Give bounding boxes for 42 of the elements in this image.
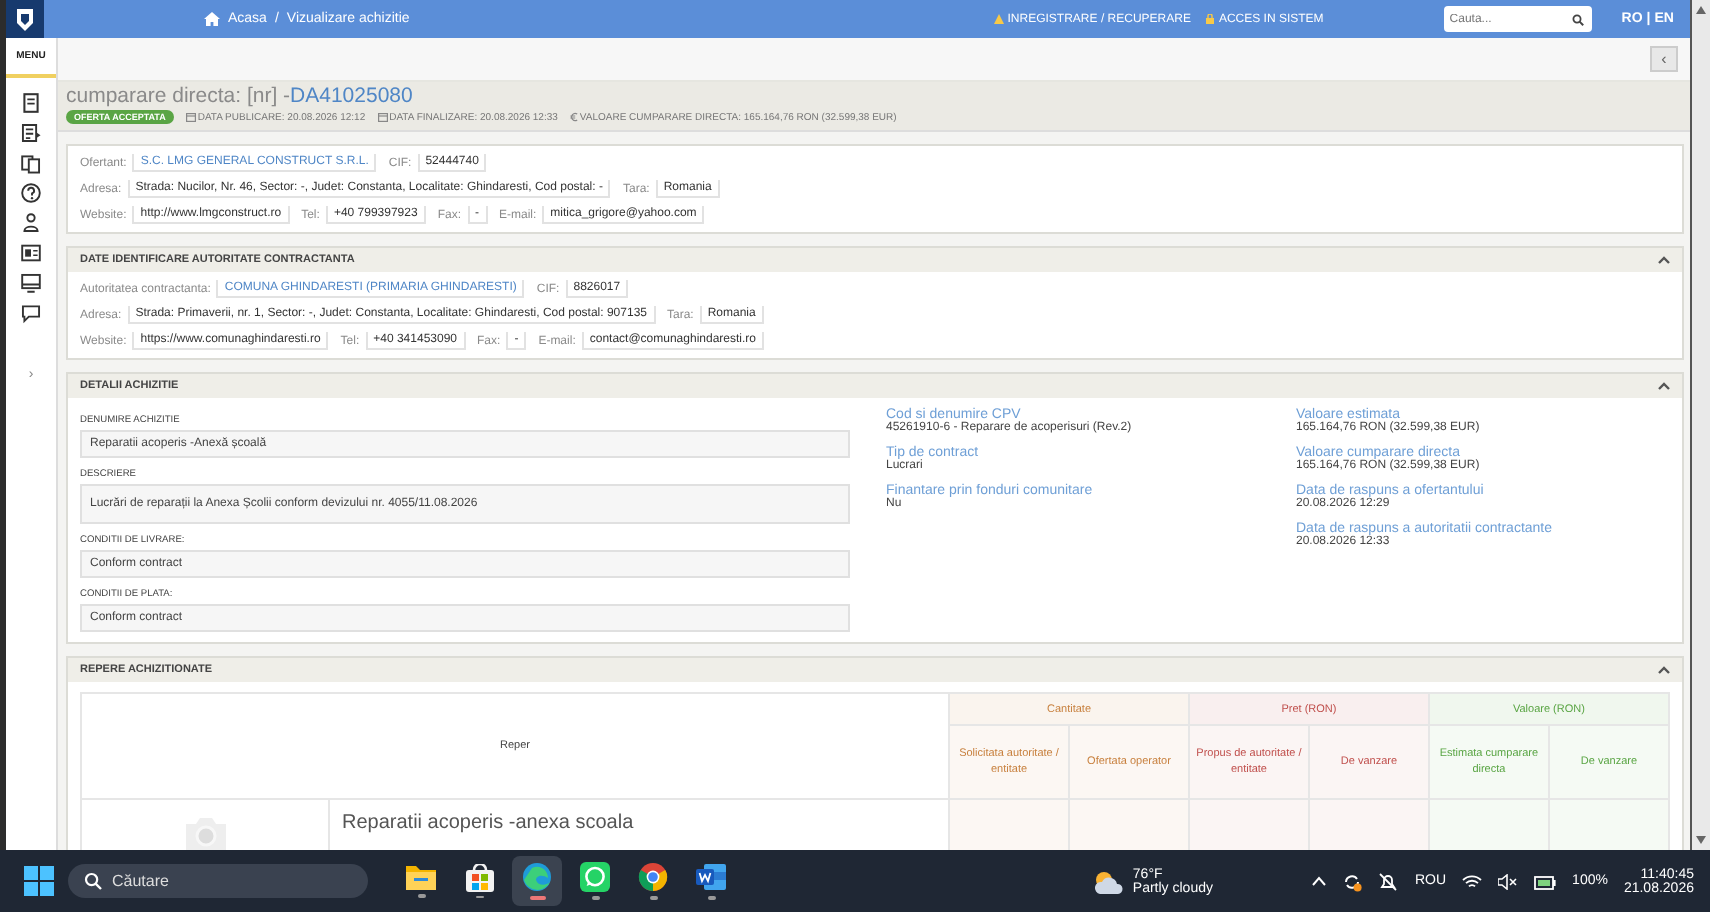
- lock-icon: [1206, 14, 1215, 24]
- scroll-up-icon[interactable]: [1696, 6, 1706, 14]
- chat-icon[interactable]: [20, 302, 42, 324]
- bell-off-icon[interactable]: [1378, 871, 1399, 891]
- monitor-icon[interactable]: [20, 272, 42, 294]
- document-icon[interactable]: [20, 92, 42, 114]
- browser-icon: [522, 862, 552, 893]
- search-icon[interactable]: [1571, 13, 1584, 25]
- collapse-icon[interactable]: [1658, 666, 1670, 674]
- taskbar-app[interactable]: [512, 856, 562, 906]
- battery-icon[interactable]: [1534, 873, 1557, 889]
- procurement-code: DA41025080: [290, 84, 413, 108]
- documents-icon[interactable]: [20, 152, 42, 174]
- browser-icon: [638, 862, 668, 893]
- help-icon[interactable]: [20, 182, 42, 204]
- chat-app-icon: [580, 862, 610, 893]
- store-icon: [465, 863, 493, 892]
- list-icon[interactable]: [20, 122, 42, 144]
- euro-icon: [569, 112, 578, 122]
- page-title: cumparare directa: [nr] -: [66, 84, 291, 108]
- calendar-icon: [377, 112, 388, 122]
- warning-icon: [993, 14, 1004, 24]
- logo-icon[interactable]: [16, 7, 34, 31]
- folder-icon: [406, 864, 436, 891]
- collapse-icon[interactable]: [1658, 256, 1670, 264]
- taskbar-search[interactable]: Căutare: [68, 864, 368, 898]
- scrollbar[interactable]: [1690, 0, 1710, 850]
- calendar-icon: [185, 112, 196, 122]
- collapse-button[interactable]: ‹: [1650, 46, 1678, 72]
- home-icon[interactable]: [204, 12, 220, 26]
- collapse-icon[interactable]: [1658, 382, 1670, 390]
- id-card-icon[interactable]: [20, 242, 42, 264]
- start-icon[interactable]: [24, 866, 54, 896]
- scroll-down-icon[interactable]: [1696, 836, 1706, 844]
- document-app-icon: [696, 862, 726, 893]
- search-icon: [84, 872, 102, 890]
- wifi-icon[interactable]: [1462, 873, 1483, 889]
- speaker-muted-icon[interactable]: [1498, 873, 1519, 889]
- partly-cloudy-icon: [1092, 867, 1125, 895]
- person-icon[interactable]: [20, 212, 42, 234]
- chevron-up-icon[interactable]: [1312, 876, 1327, 886]
- sync-icon[interactable]: [1342, 871, 1363, 891]
